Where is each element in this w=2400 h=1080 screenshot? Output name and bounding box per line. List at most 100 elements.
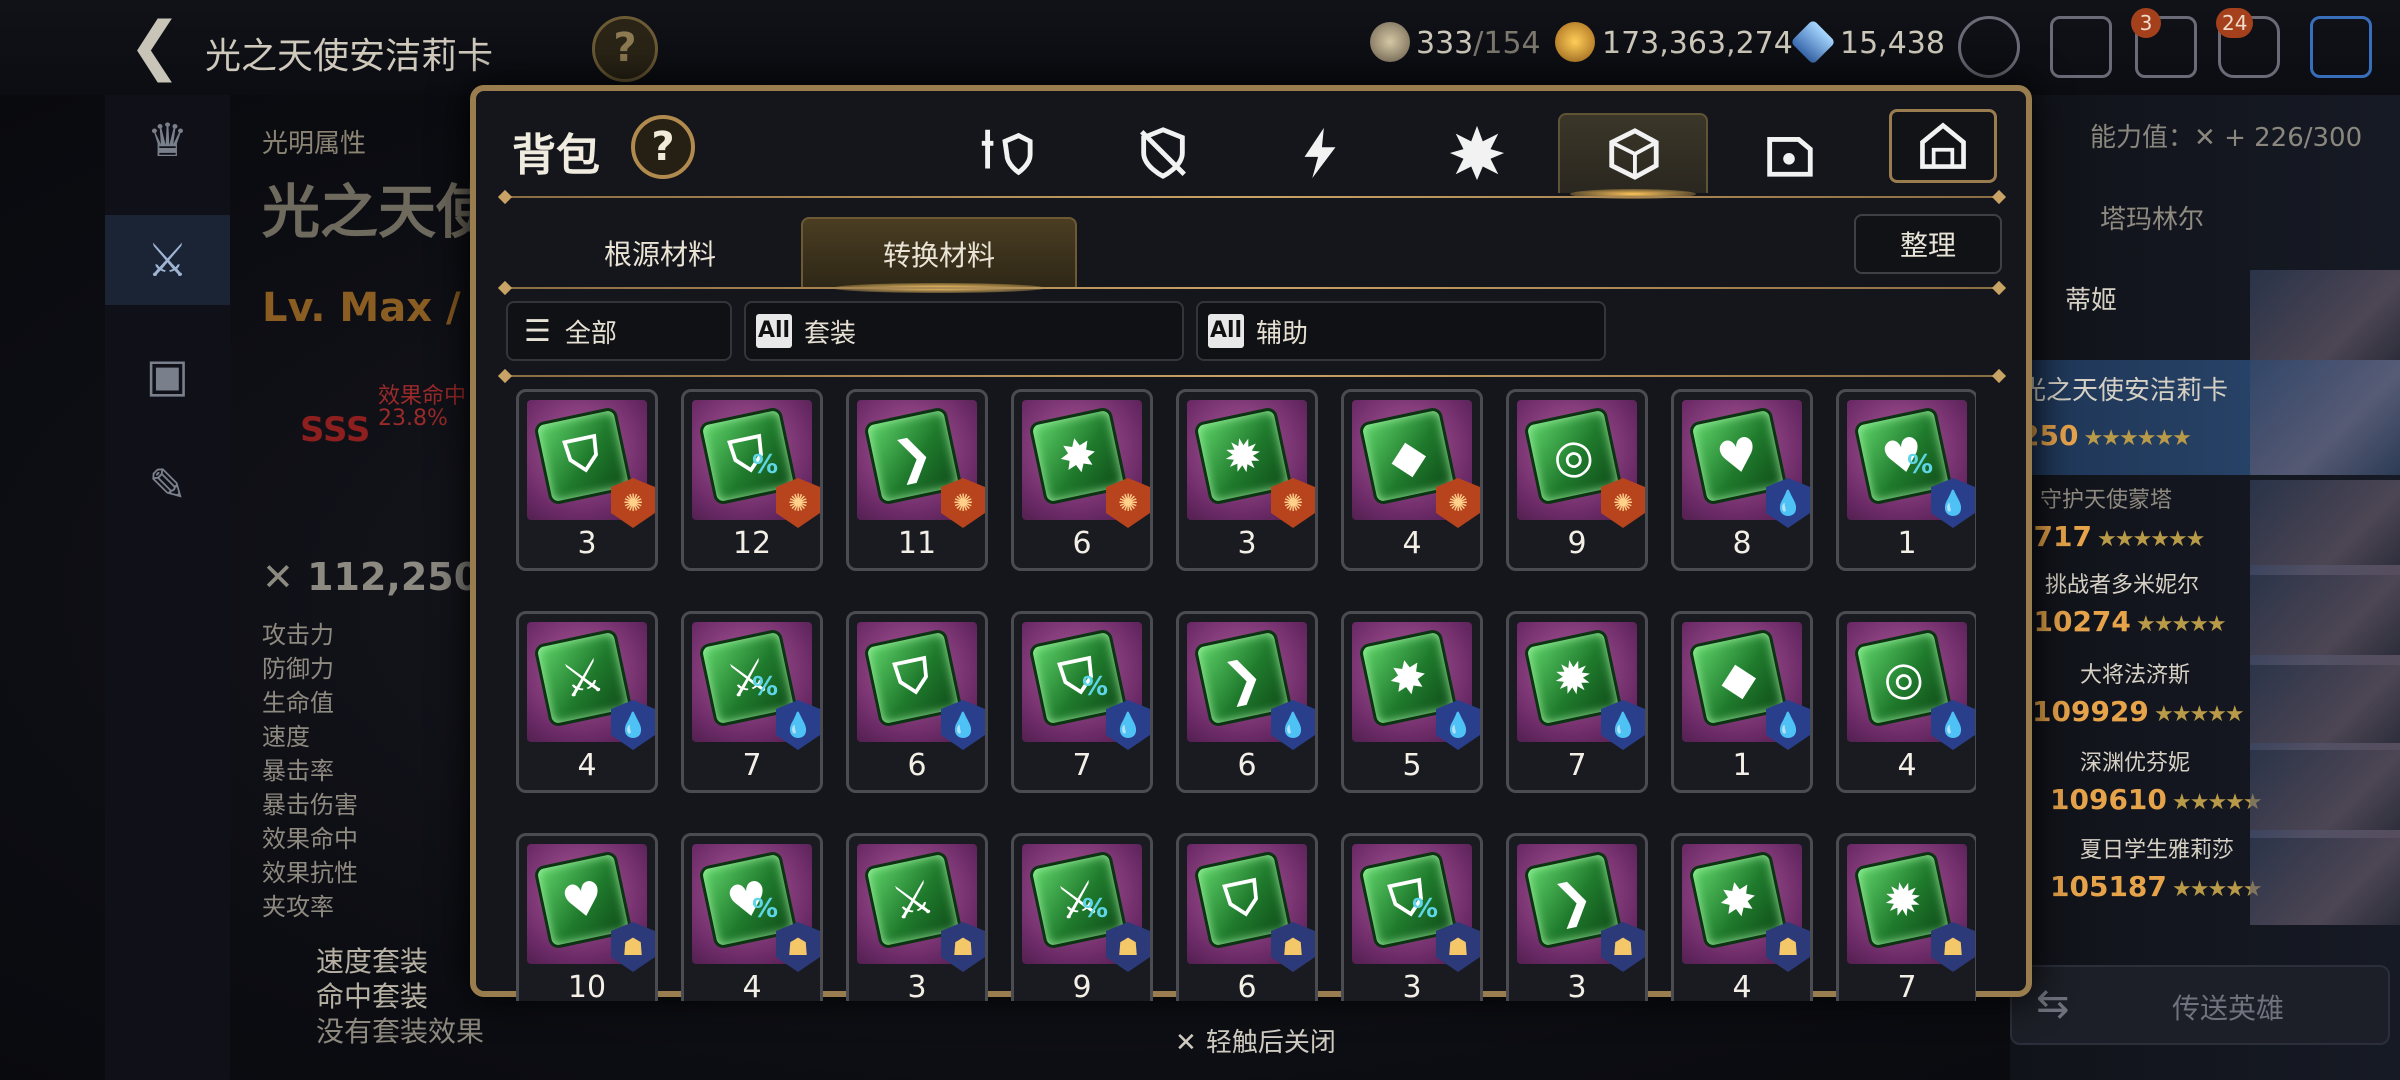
sort-button[interactable]: 整理 (1854, 214, 2002, 274)
modal-help-button[interactable]: ? (631, 115, 695, 179)
item-count: 9 (1567, 526, 1587, 561)
stat-label: 效果抗性 (262, 859, 358, 887)
menu-grid-icon[interactable] (2310, 16, 2372, 78)
inventory-item[interactable]: ✹ 💧 7 (1506, 611, 1648, 793)
nav-equipment-icon[interactable]: ⚔ (105, 215, 230, 305)
inventory-item[interactable]: ⛉ 💧 6 (846, 611, 988, 793)
fire-element-icon: ✺ (1436, 478, 1480, 528)
filter-icon: ☰ (524, 313, 551, 349)
inventory-item[interactable]: ❯ 💧 6 (1176, 611, 1318, 793)
divider-ornament (497, 280, 513, 296)
item-count: 6 (907, 748, 927, 783)
roster-item[interactable]: 守护天使蒙塔 1717 ★★★★★★ (2010, 480, 2400, 575)
item-count: 7 (1897, 970, 1917, 1001)
percent-icon: % (752, 894, 779, 924)
stat-label: 防御力 (262, 655, 334, 683)
filter-all-dropdown[interactable]: ☰ 全部 (506, 301, 732, 361)
tab-catalyst[interactable] (1245, 113, 1395, 193)
star-icons: ★★★★★ (2172, 877, 2263, 902)
close-hint[interactable]: ✕ 轻触后关闭 (1175, 1022, 1336, 1059)
water-element-icon: 💧 (1601, 700, 1645, 750)
inventory-item[interactable]: ✸ ☗ 4 (1671, 833, 1813, 1001)
inventory-item[interactable]: ♥% ☗ 4 (681, 833, 823, 1001)
star-icons: ★★★★★ (2172, 790, 2263, 815)
inventory-item[interactable]: ◆ 💧 1 (1671, 611, 1813, 793)
nav-memory-icon[interactable]: ✎ (105, 440, 230, 530)
filter-set-label: 套装 (804, 318, 857, 349)
divider (506, 375, 2002, 377)
send-hero-button[interactable]: ⇆ 传送英雄 (2010, 965, 2390, 1045)
nav-hero-icon[interactable]: ♛ (105, 95, 230, 185)
percent-icon: % (1412, 894, 1439, 924)
filter-all-label: 全部 (564, 318, 617, 349)
gold-value: 173,363,274 (1602, 26, 1793, 61)
inventory-item[interactable]: ⛉% 💧 7 (1011, 611, 1153, 793)
tab-materials[interactable] (1558, 113, 1708, 199)
storage-button[interactable] (1889, 109, 1997, 183)
inventory-item[interactable]: ✸ 💧 5 (1341, 611, 1483, 793)
back-arrow-icon[interactable]: ❮ (128, 14, 188, 78)
item-count: 9 (1072, 970, 1092, 1001)
inventory-item[interactable]: ⛉ ☗ 6 (1176, 833, 1318, 1001)
inventory-item[interactable]: ♥ 💧 8 (1671, 389, 1813, 571)
roster-item[interactable]: 大将法济斯 109929 ★★★★★ (2010, 655, 2400, 750)
roster-hero-score: 109929 (2032, 695, 2149, 728)
inventory-item[interactable]: ❯ ☗ 3 (1506, 833, 1648, 1001)
inventory-item[interactable]: ⛉ ✺ 3 (516, 389, 658, 571)
roster-item[interactable]: 塔玛林尔 (2010, 195, 2400, 275)
item-count: 8 (1732, 526, 1752, 561)
close-x-icon: ✕ (1175, 1028, 1206, 1058)
light-element-icon: ☗ (1271, 922, 1315, 972)
divider (506, 196, 2002, 198)
light-element-icon: ☗ (1601, 922, 1645, 972)
inventory-item[interactable]: ⚔% ☗ 9 (1011, 833, 1153, 1001)
weapon-shield-icon (981, 129, 1033, 176)
power-stat-value: 226/300 (2254, 123, 2363, 153)
roster-item-selected[interactable]: 光之天使安洁莉卡 250 ★★★★★★ (2010, 360, 2400, 475)
filter-set-dropdown[interactable]: All 套装 (744, 301, 1184, 361)
tab-weapon[interactable] (930, 113, 1080, 193)
inventory-item[interactable]: ⚔% 💧 7 (681, 611, 823, 793)
inventory-item[interactable]: ⚔ ☗ 3 (846, 833, 988, 1001)
inventory-item[interactable]: ⚔ 💧 4 (516, 611, 658, 793)
tab-artifact[interactable] (1402, 113, 1552, 193)
water-element-icon: 💧 (1106, 700, 1150, 750)
nav-profile-icon[interactable]: ▣ (105, 330, 230, 420)
inventory-item[interactable]: ◎ 💧 4 (1836, 611, 1976, 793)
stat-label: 夹攻率 (262, 893, 334, 921)
item-count: 11 (897, 526, 937, 561)
roster-item[interactable]: 蒂姬 (2010, 270, 2400, 360)
tab-origin-materials[interactable]: 根源材料 (522, 217, 798, 289)
inventory-item[interactable]: ✹ ☗ 7 (1836, 833, 1976, 1001)
filter-aux-dropdown[interactable]: All 辅助 (1196, 301, 1606, 361)
water-element-icon: 💧 (1766, 700, 1810, 750)
inventory-item[interactable]: ◎ ✺ 9 (1506, 389, 1648, 571)
inventory-item[interactable]: ✹ ✺ 3 (1176, 389, 1318, 571)
roster-item[interactable]: 挑战者多米妮尔 110274 ★★★★★ (2010, 565, 2400, 665)
fire-element-icon: ✺ (941, 478, 985, 528)
inventory-item[interactable]: ⛉% ☗ 3 (1341, 833, 1483, 1001)
inventory-item[interactable]: ⛉% ✺ 12 (681, 389, 823, 571)
help-icon[interactable]: ? (592, 16, 658, 82)
inventory-item[interactable]: ♥ ☗ 10 (516, 833, 658, 1001)
tab-consumables[interactable] (1714, 113, 1864, 193)
inventory-item[interactable]: ✸ ✺ 6 (1011, 389, 1153, 571)
modal-title: 背包 (512, 130, 600, 181)
tab-conversion-materials[interactable]: 转换材料 (801, 217, 1077, 293)
auto-icon[interactable] (1958, 16, 2020, 78)
divider-ornament (1991, 189, 2007, 205)
roster-item[interactable]: 深渊优芬妮 109610 ★★★★★ (2010, 743, 2400, 838)
water-element-icon: 💧 (776, 700, 820, 750)
fire-element-icon: ✺ (776, 478, 820, 528)
tab-armor[interactable] (1088, 113, 1238, 193)
inventory-item[interactable]: ❯ ✺ 11 (846, 389, 988, 571)
inventory-item[interactable]: ♥% 💧 1 (1836, 389, 1976, 571)
item-count: 4 (1732, 970, 1752, 1001)
power-stat: 能力值：✕ + 226/300 (2090, 123, 2363, 153)
spike-burst-icon (1449, 125, 1505, 181)
fire-element-icon: ✺ (611, 478, 655, 528)
inventory-item[interactable]: ◆ ✺ 4 (1341, 389, 1483, 571)
guild-icon[interactable] (2050, 16, 2112, 78)
stamina-icon (1370, 22, 1410, 62)
roster-item[interactable]: 夏日学生雅莉莎 105187 ★★★★★ (2010, 830, 2400, 925)
